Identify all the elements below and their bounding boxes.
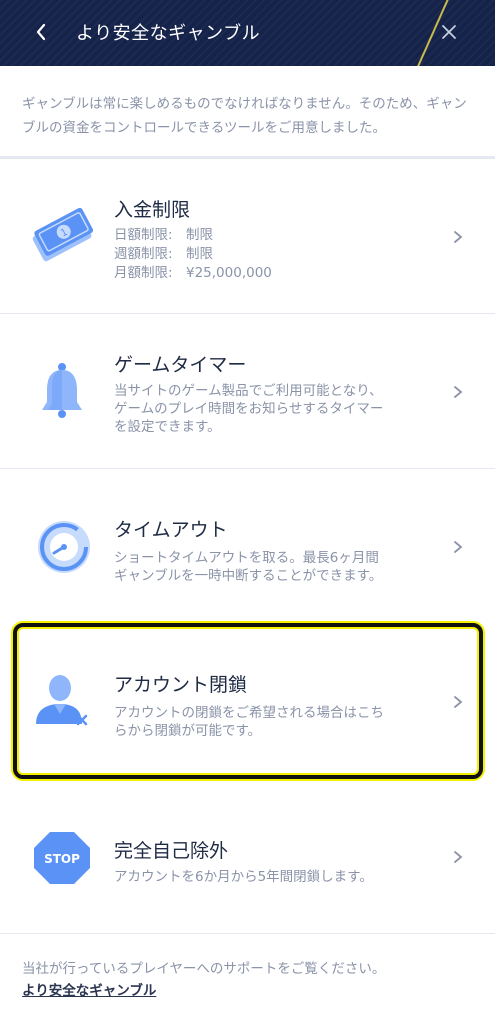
stop-text: STOP xyxy=(44,852,80,866)
page-title: より安全なギャンブル xyxy=(76,23,261,44)
intro-text: ギャンブルは常に楽しめるものでなければなりません。そのため、ギャンブルの資金をコ… xyxy=(22,96,467,136)
limit-row: 週額制限: 制限 xyxy=(114,246,213,262)
close-icon xyxy=(442,25,456,39)
item-description: ショートタイムアウトを取る。最長6ヶ月間 ギャンブルを一時中断することができます… xyxy=(114,550,383,584)
limit-row: 日額制限: 制限 xyxy=(114,227,213,243)
header-bar: より安全なギャンブル xyxy=(0,0,495,66)
chevron-right-icon xyxy=(454,696,463,708)
item-description: アカウントの閉鎖をご希望される場合はこち らから閉鎖が可能です。 xyxy=(114,705,384,739)
money-icon: 1 xyxy=(30,203,94,267)
close-button[interactable] xyxy=(437,20,461,44)
item-description: アカウントを6か月から5年間閉鎖します。 xyxy=(114,869,373,885)
item-title: 完全自己除外 xyxy=(114,840,229,862)
item-title: 入金制限 xyxy=(114,199,191,221)
deposit-limits: 日額制限: 制限 週額制限: 制限 月額制限: ¥25,000,000 xyxy=(114,226,272,283)
chevron-left-icon xyxy=(36,23,46,41)
chevron-right-icon xyxy=(454,386,463,398)
back-button[interactable] xyxy=(30,20,54,44)
item-title: タイムアウト xyxy=(114,519,228,541)
footer: 当社が行っているプレイヤーへのサポートをご覧ください。 より安全なギャンブル xyxy=(22,958,385,1002)
footer-text: 当社が行っているプレイヤーへのサポートをご覧ください。 xyxy=(22,961,386,977)
chevron-right-icon xyxy=(454,541,463,553)
divider xyxy=(0,933,495,934)
item-title: ゲームタイマー xyxy=(114,354,247,376)
item-description: 当サイトのゲーム製品でご利用可能となり、 ゲームのプレイ時間をお知らせするタイマ… xyxy=(114,383,384,435)
item-title: アカウント閉鎖 xyxy=(114,674,248,696)
stop-sign-icon: STOP xyxy=(30,826,94,890)
account-close-item[interactable]: アカウント閉鎖 アカウントの閉鎖をご希望される場合はこち らから閉鎖が可能です。 xyxy=(0,624,495,778)
chevron-right-icon xyxy=(454,231,463,243)
safer-gambling-link[interactable]: より安全なギャンブル xyxy=(22,983,156,999)
limit-row: 月額制限: ¥25,000,000 xyxy=(114,265,272,281)
timeout-item[interactable]: タイムアウト ショートタイムアウトを取る。最長6ヶ月間 ギャンブルを一時中断する… xyxy=(0,469,495,623)
chevron-right-icon xyxy=(454,851,463,863)
self-exclusion-item[interactable]: STOP 完全自己除外 アカウントを6か月から5年間閉鎖します。 xyxy=(0,786,495,932)
timer-icon xyxy=(30,513,94,577)
game-timer-item[interactable]: ゲームタイマー 当サイトのゲーム製品でご利用可能となり、 ゲームのプレイ時間をお… xyxy=(0,314,495,468)
user-close-icon xyxy=(30,668,94,732)
bell-icon xyxy=(30,358,94,422)
